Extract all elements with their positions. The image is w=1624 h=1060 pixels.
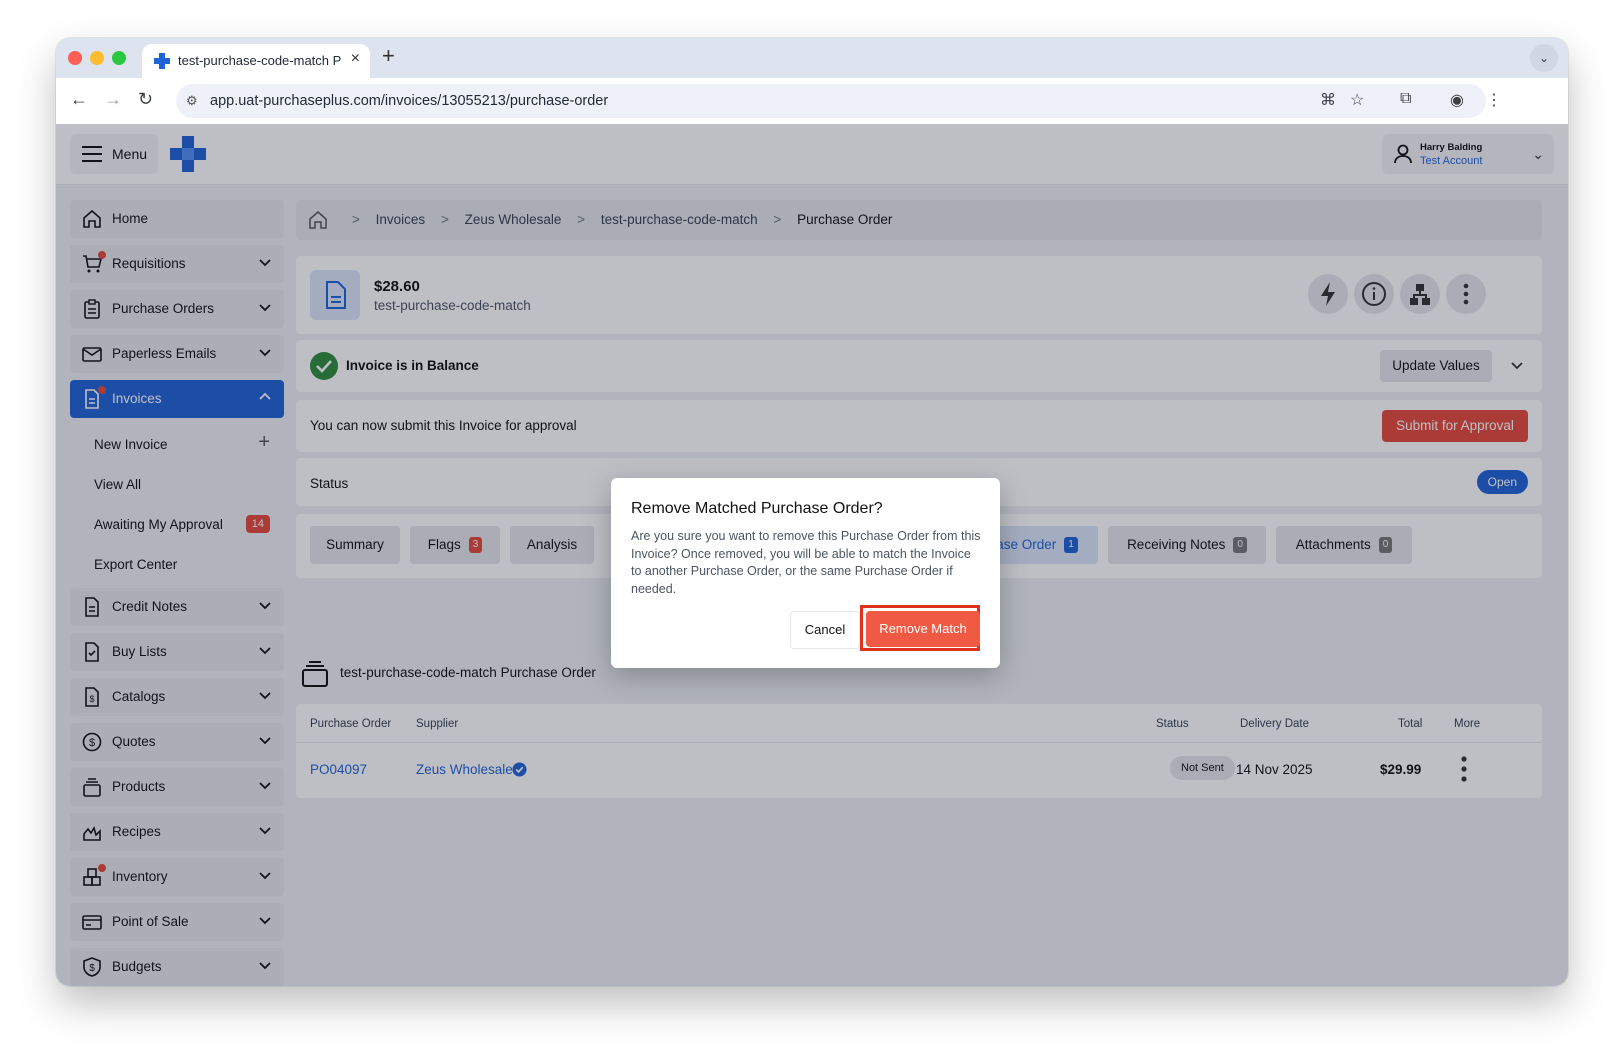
close-window-button[interactable] [68, 51, 82, 65]
translate-icon[interactable]: ⌘ [1320, 90, 1336, 110]
back-icon[interactable]: ← [70, 89, 88, 110]
favicon-icon [154, 53, 170, 69]
tab-strip: test-purchase-code-match P × + ⌄ [56, 38, 1568, 78]
url-text: app.uat-purchaseplus.com/invoices/130552… [210, 93, 609, 109]
tab-title: test-purchase-code-match P [178, 53, 342, 68]
reload-icon[interactable]: ↻ [138, 89, 153, 110]
cancel-button[interactable]: Cancel [790, 611, 860, 649]
tab-close-icon[interactable]: × [351, 50, 360, 68]
profile-icon[interactable]: ◉ [1450, 90, 1464, 110]
browser-tab[interactable]: test-purchase-code-match P × [142, 44, 370, 78]
maximize-window-button[interactable] [112, 51, 126, 65]
forward-icon[interactable]: → [104, 89, 122, 110]
remove-match-button[interactable]: Remove Match [866, 611, 980, 647]
remove-match-dialog: Remove Matched Purchase Order? Are you s… [611, 478, 1000, 668]
app-root: Menu Harry Balding Test Account ⌄ Home R… [56, 124, 1568, 986]
dialog-title: Remove Matched Purchase Order? [631, 500, 883, 517]
site-info-icon[interactable]: ⚙ [186, 93, 198, 109]
extensions-icon[interactable]: ⧉ [1400, 90, 1411, 108]
browser-toolbar: ← → ↻ ⚙ app.uat-purchaseplus.com/invoice… [56, 78, 1568, 125]
tab-search-icon[interactable]: ⌄ [1530, 44, 1558, 72]
browser-window: test-purchase-code-match P × + ⌄ ← → ↻ ⚙… [56, 38, 1568, 986]
new-tab-icon[interactable]: + [382, 43, 395, 69]
minimize-window-button[interactable] [90, 51, 104, 65]
chrome-menu-icon[interactable]: ⋮ [1486, 90, 1502, 110]
bookmark-star-icon[interactable]: ☆ [1350, 90, 1364, 110]
dialog-body: Are you sure you want to remove this Pur… [631, 529, 981, 596]
address-bar[interactable]: ⚙ app.uat-purchaseplus.com/invoices/1305… [176, 84, 1486, 118]
